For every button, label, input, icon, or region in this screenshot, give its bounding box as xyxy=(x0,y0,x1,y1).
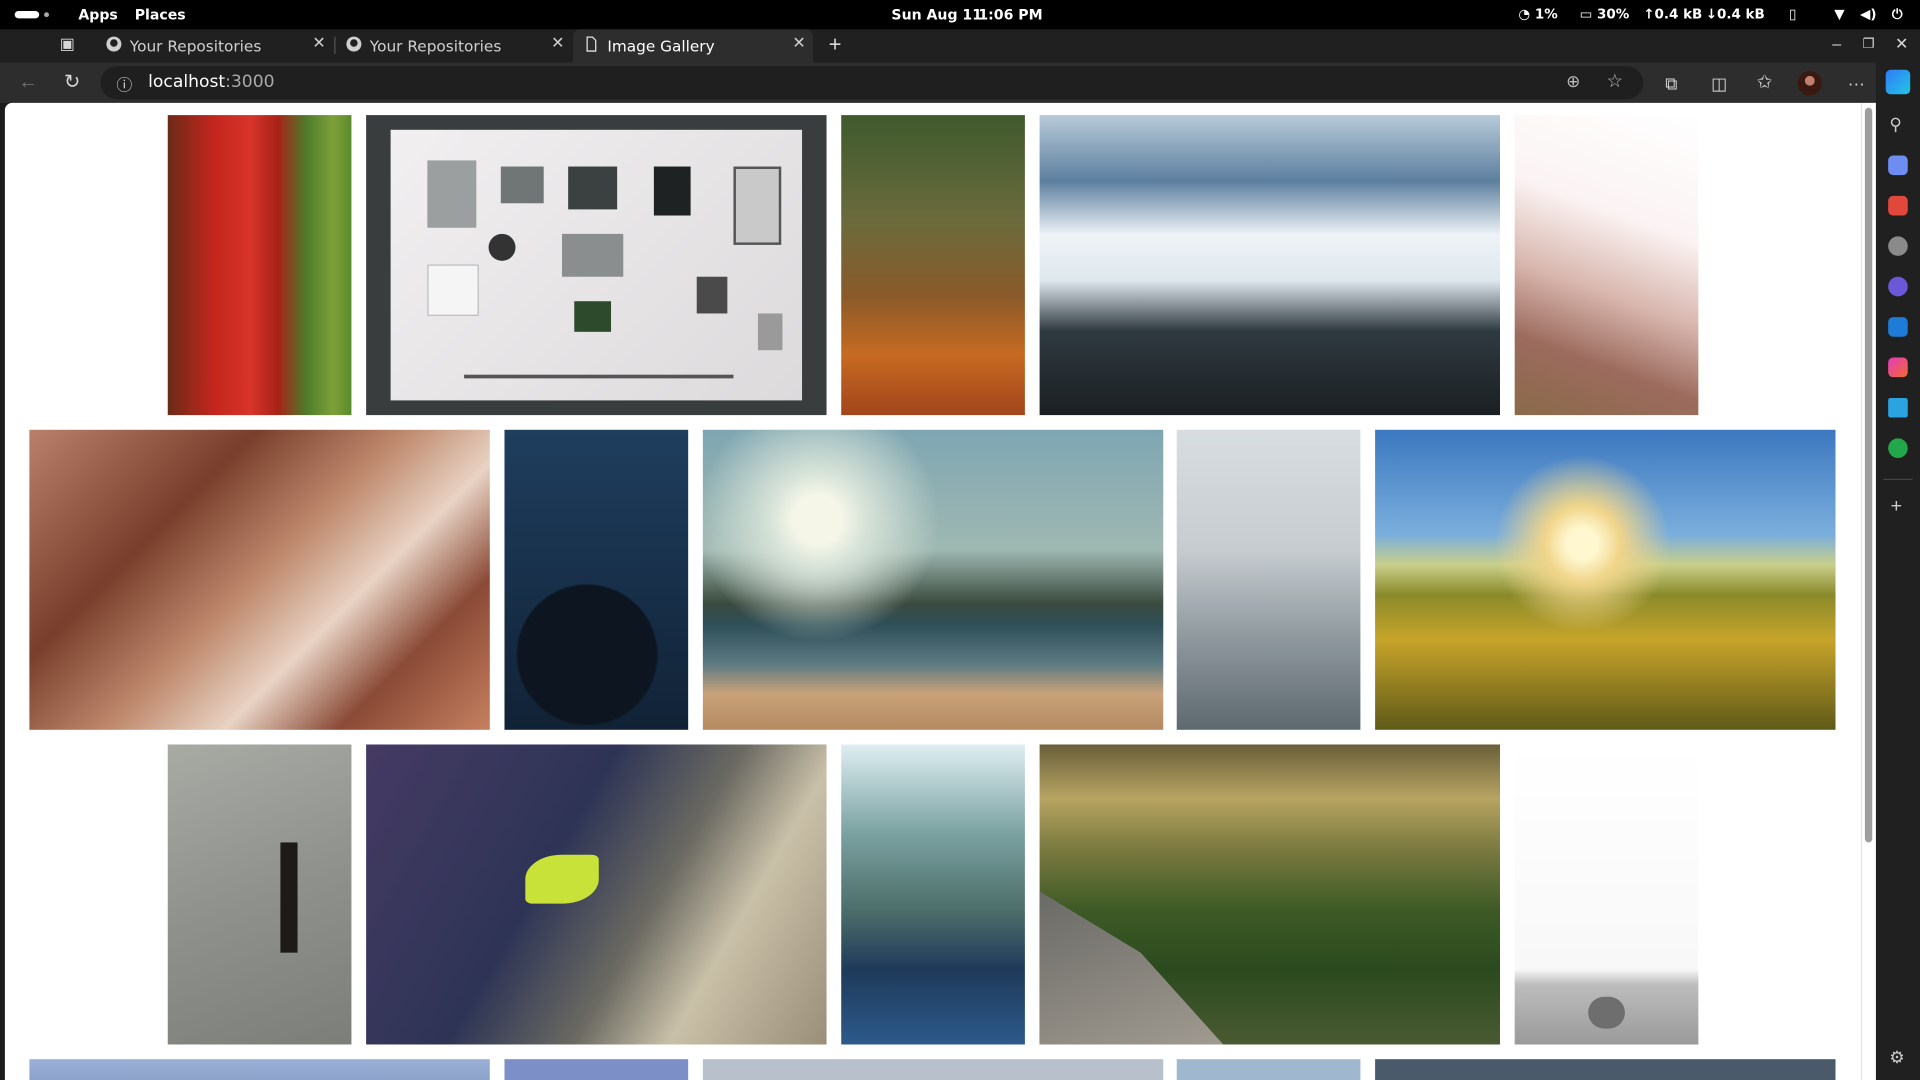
volume-icon[interactable]: ◀) xyxy=(1860,6,1877,22)
clock-date[interactable]: Sun Aug 11 xyxy=(891,6,982,23)
browser-toolbar: ← ↻ ⓘ localhost:3000 ⊕ ☆ ⧉ ◫ ✩ ··· xyxy=(0,62,1920,103)
upload-value: 0.4 kB xyxy=(1654,6,1703,23)
memory-value: 30% xyxy=(1597,6,1630,23)
new-tab-button[interactable]: + xyxy=(822,31,849,58)
outlook-icon[interactable] xyxy=(1888,317,1908,337)
copilot-sidebar-icon[interactable] xyxy=(1888,276,1908,297)
photo-camera-parts[interactable] xyxy=(366,115,827,416)
search-icon[interactable]: ⚲ xyxy=(1889,114,1902,135)
page-icon xyxy=(586,36,597,52)
photo-hay-bales[interactable] xyxy=(1514,744,1699,1045)
settings-gear-icon[interactable]: ⚙ xyxy=(1889,1047,1904,1068)
download-arrow-icon: ↓ xyxy=(1705,6,1718,23)
address-bar[interactable]: ⓘ localhost:3000 ⊕ ☆ xyxy=(100,66,1644,100)
photo-row4-3[interactable] xyxy=(702,1059,1164,1080)
activities-indicator[interactable] xyxy=(14,11,40,19)
url-text[interactable]: localhost:3000 xyxy=(148,72,274,92)
photo-hollywood-hills[interactable] xyxy=(1514,115,1699,416)
photo-starry-night[interactable] xyxy=(504,429,689,730)
zoom-icon[interactable]: ⊕ xyxy=(1566,71,1580,92)
clipboard-icon[interactable]: ▯ xyxy=(1789,6,1796,22)
clock-time[interactable]: 1:06 PM xyxy=(978,6,1042,23)
photo-baseball-glove[interactable] xyxy=(29,429,490,730)
cpu-indicator[interactable]: ◔ 1% xyxy=(1518,6,1557,22)
reload-icon[interactable]: ↻ xyxy=(59,70,86,97)
photo-row4-1[interactable] xyxy=(29,1059,490,1080)
avatar[interactable] xyxy=(1797,71,1823,96)
close-tab-icon[interactable]: ✕ xyxy=(792,34,805,52)
close-tab-icon[interactable]: ✕ xyxy=(312,34,325,52)
more-menu-icon[interactable]: ··· xyxy=(1843,70,1870,97)
favorite-star-icon[interactable]: ☆ xyxy=(1607,70,1623,92)
add-sidebar-icon[interactable]: + xyxy=(1891,496,1902,518)
photo-row4-5[interactable] xyxy=(1375,1059,1836,1080)
favorites-icon[interactable]: ✩ xyxy=(1751,70,1778,97)
restore-icon[interactable]: ❐ xyxy=(1855,31,1882,58)
apps-menu[interactable]: Apps xyxy=(78,6,117,23)
image-gallery xyxy=(4,102,1862,1080)
photo-row4-4[interactable] xyxy=(1176,1059,1361,1080)
page-scrollbar[interactable] xyxy=(1861,102,1876,1080)
games-icon[interactable] xyxy=(1888,236,1908,256)
cpu-icon: ◔ xyxy=(1518,6,1531,23)
places-menu[interactable]: Places xyxy=(135,6,186,23)
photo-barn-sunrise[interactable] xyxy=(1375,429,1836,730)
photo-autumn-leaves[interactable] xyxy=(841,115,1025,416)
tab-label: Your Repositories xyxy=(129,36,262,56)
download-indicator[interactable]: ↓0.4 kB xyxy=(1706,6,1765,22)
info-icon[interactable]: ⓘ xyxy=(116,72,132,95)
tab-actions-icon[interactable]: ▣ xyxy=(54,31,81,58)
power-icon[interactable]: ⏻ xyxy=(1892,6,1903,23)
tab-label: Image Gallery xyxy=(607,36,715,56)
copilot-icon[interactable] xyxy=(1885,69,1911,95)
tab-image-gallery[interactable]: Image Gallery ✕ xyxy=(573,29,814,63)
photo-man-walking[interactable] xyxy=(167,744,352,1045)
tab-strip: ▣ Your Repositories ✕ Your Repositories … xyxy=(0,29,1920,63)
download-value: 0.4 kB xyxy=(1717,6,1765,23)
wifi-icon[interactable]: ▼ xyxy=(1834,6,1844,22)
photo-misty-valley[interactable] xyxy=(1039,744,1501,1045)
workspace-dot xyxy=(44,12,49,18)
github-icon xyxy=(106,36,122,52)
photo-plant-on-rock[interactable] xyxy=(366,744,827,1045)
photo-sunny-beach[interactable] xyxy=(702,429,1164,730)
tab-your-repositories-1[interactable]: Your Repositories ✕ xyxy=(96,29,334,60)
upload-arrow-icon: ↑ xyxy=(1643,6,1655,23)
upload-indicator[interactable]: ↑0.4 kB xyxy=(1643,6,1702,22)
close-window-icon[interactable]: ✕ xyxy=(1888,31,1915,58)
memory-indicator[interactable]: ▭ 30% xyxy=(1580,6,1630,22)
extensions-icon[interactable]: ⧉ xyxy=(1658,70,1685,97)
tab-your-repositories-2[interactable]: Your Repositories ✕ xyxy=(336,29,572,60)
sidebar-divider xyxy=(1883,478,1913,481)
edge-sidebar: ⚲ + ⚙ xyxy=(1875,62,1920,1080)
photo-ocean-wave[interactable] xyxy=(1039,115,1501,416)
photo-seagulls-swans[interactable] xyxy=(1176,429,1361,730)
minimize-icon[interactable]: – xyxy=(1823,31,1850,58)
shopping-icon[interactable] xyxy=(1888,195,1908,216)
photo-red-barrel[interactable] xyxy=(167,115,352,416)
tab-label: Your Repositories xyxy=(369,36,502,56)
back-arrow-icon[interactable]: ← xyxy=(15,70,42,97)
designer-icon[interactable] xyxy=(1888,357,1908,378)
tree-icon[interactable] xyxy=(1888,438,1908,458)
close-tab-icon[interactable]: ✕ xyxy=(551,34,564,52)
github-icon xyxy=(346,36,362,52)
tag-icon[interactable] xyxy=(1888,155,1908,176)
photo-fjord-cliff[interactable] xyxy=(841,744,1025,1045)
telegram-icon[interactable] xyxy=(1888,397,1908,418)
url-port: :3000 xyxy=(225,72,275,92)
photo-row4-2[interactable] xyxy=(504,1059,689,1080)
url-host: localhost xyxy=(148,72,226,92)
scrollbar-thumb[interactable] xyxy=(1864,107,1873,843)
memory-icon: ▭ xyxy=(1579,6,1593,23)
split-screen-icon[interactable]: ◫ xyxy=(1706,70,1733,97)
cpu-value: 1% xyxy=(1534,6,1558,23)
system-top-bar: Apps Places Sun Aug 11 1:06 PM ◔ 1% ▭ 30… xyxy=(0,0,1920,30)
